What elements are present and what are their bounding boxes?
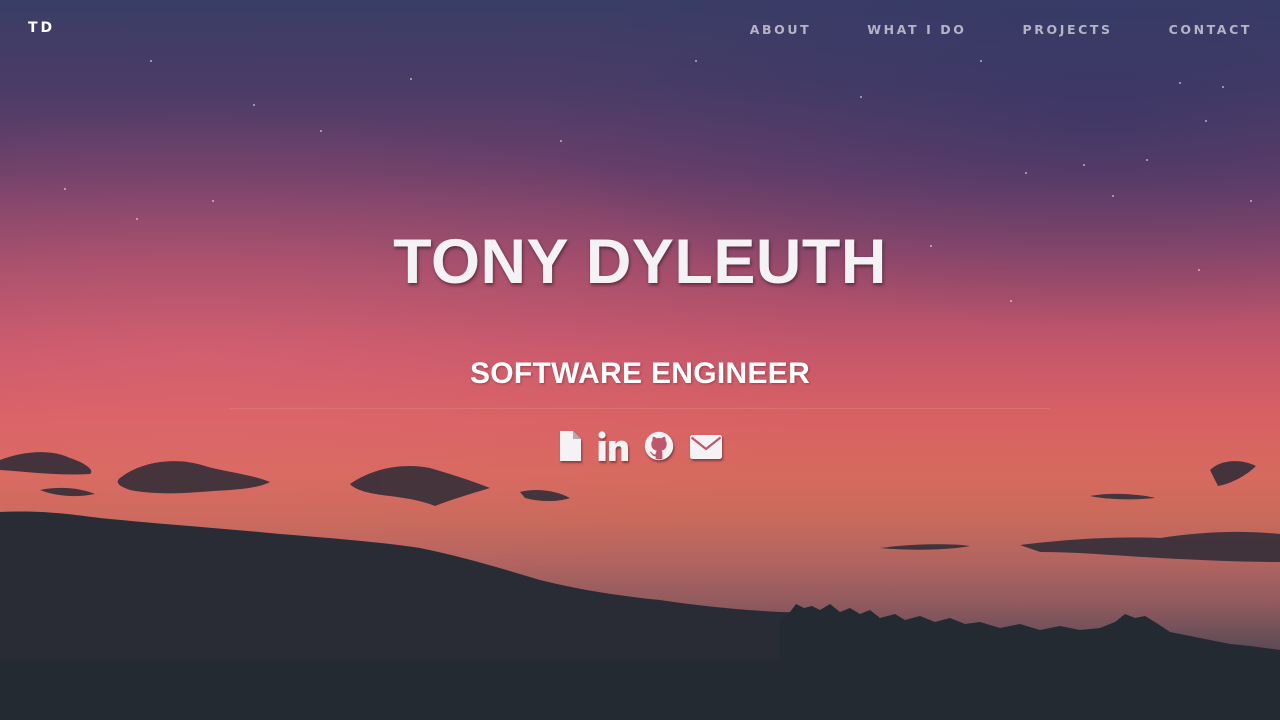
resume-link[interactable] — [558, 430, 582, 464]
nav-projects-link[interactable]: PROJECTS — [1022, 22, 1112, 37]
nav-what-i-do-link[interactable]: WHAT I DO — [867, 22, 966, 37]
nav-links: ABOUT WHAT I DO PROJECTS CONTACT — [750, 22, 1252, 37]
email-link[interactable] — [689, 430, 723, 464]
divider — [230, 408, 1050, 409]
github-icon — [644, 431, 673, 461]
hero-role: SOFTWARE ENGINEER — [469, 357, 811, 390]
nav-about-link[interactable]: ABOUT — [750, 22, 812, 37]
nav-contact-link[interactable]: CONTACT — [1169, 22, 1252, 37]
hero-name: TONY DYLEUTH — [393, 227, 887, 297]
social-links — [0, 430, 1280, 464]
top-navigation: TD ABOUT WHAT I DO PROJECTS CONTACT — [0, 0, 1280, 60]
github-link[interactable] — [644, 430, 674, 464]
file-icon — [559, 431, 581, 461]
linkedin-link[interactable] — [597, 430, 629, 464]
envelope-icon — [689, 435, 722, 459]
brand-logo[interactable]: TD — [28, 20, 55, 36]
linkedin-icon — [597, 431, 628, 461]
